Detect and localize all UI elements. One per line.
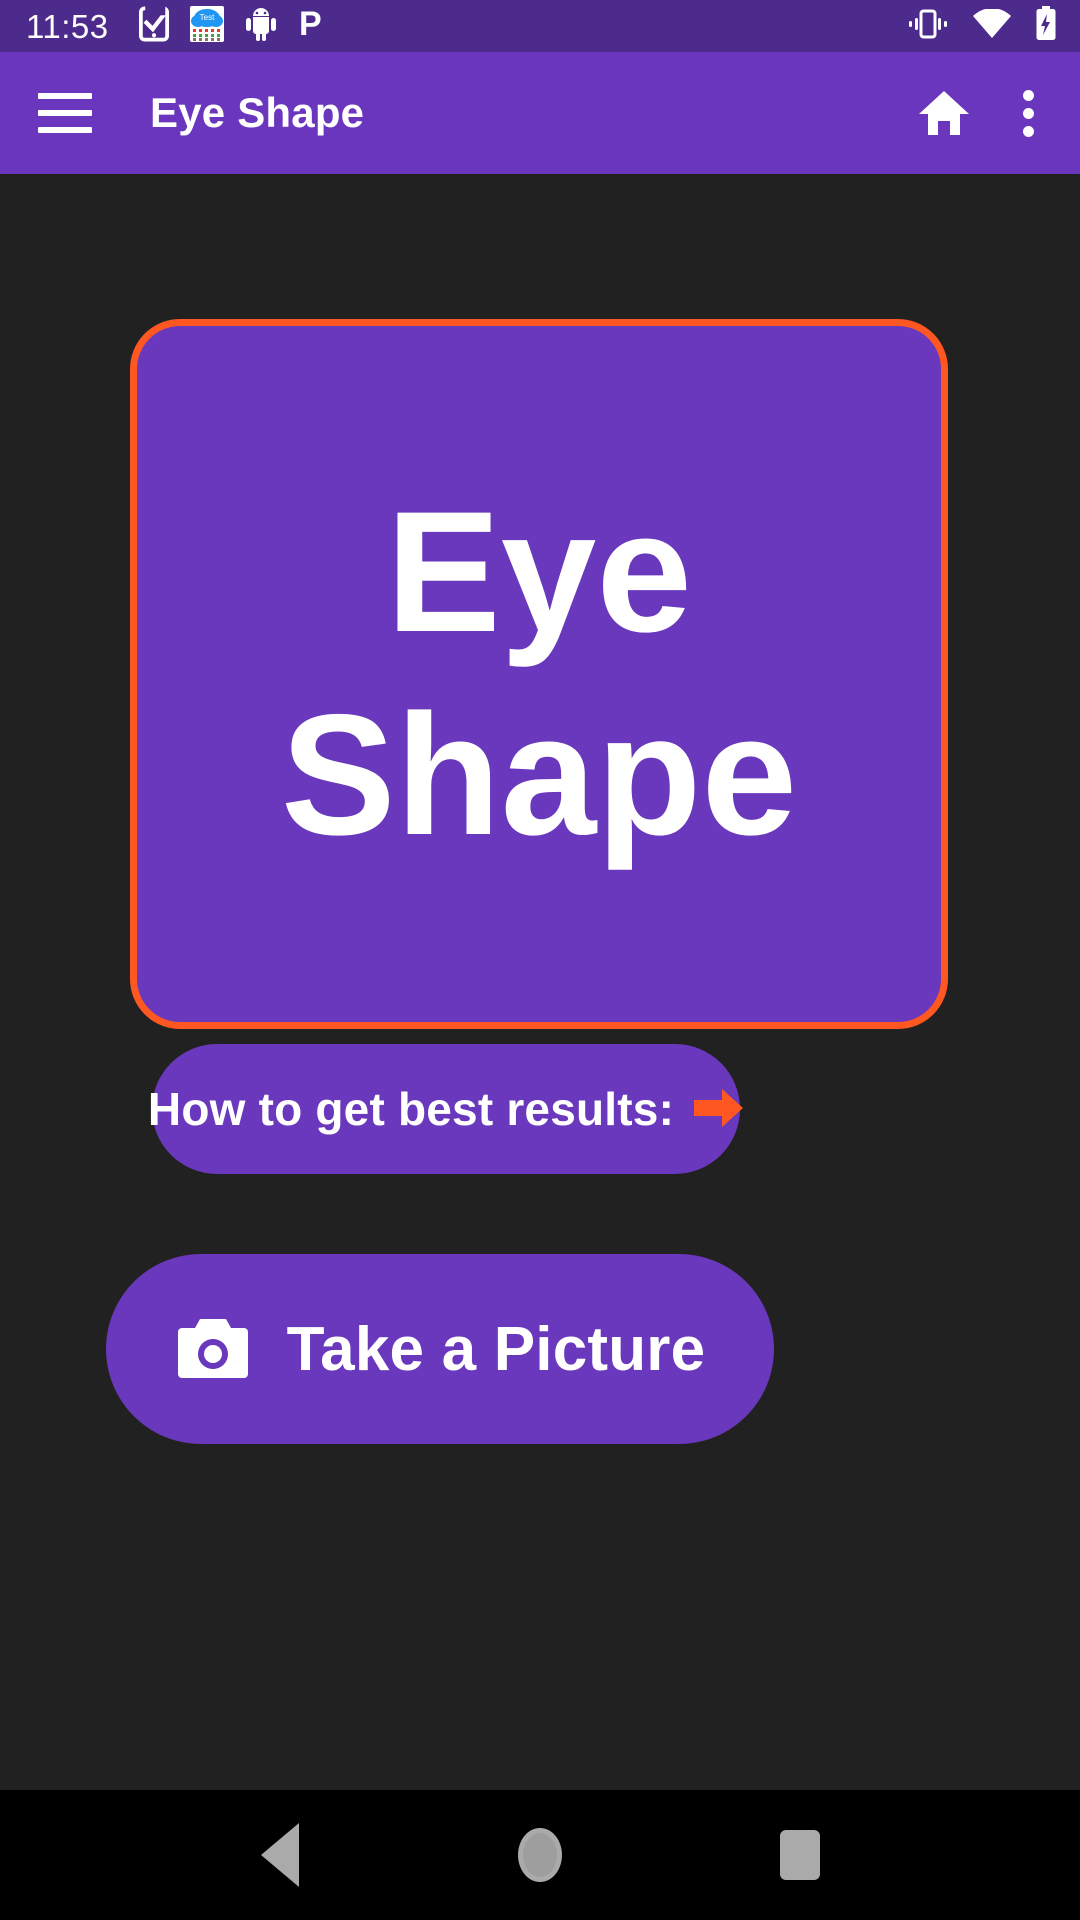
status-bar-system-icons [906,5,1058,47]
svg-text:P: P [299,6,322,42]
back-triangle-icon [261,1823,299,1887]
weather-test-icon: Test [189,5,224,47]
eye-shape-title-card[interactable]: Eye Shape [130,319,948,1029]
take-a-picture-label: Take a Picture [286,1314,706,1384]
hamburger-bar [38,110,92,116]
app-screen: 11:53 Test P Eye Shape Eye Shape How to … [0,0,1080,1920]
phone-check-icon [138,6,169,47]
overflow-dot [1023,125,1034,137]
overflow-dot [1023,107,1034,119]
main-content: Eye Shape How to get best results: Take … [0,174,1080,1790]
status-bar-clock: 11:53 [26,7,109,45]
more-vert-icon[interactable] [1023,89,1034,137]
svg-text:Test: Test [199,13,214,22]
nav-back-button[interactable] [220,1795,340,1915]
how-to-get-best-results-button[interactable]: How to get best results: [148,1044,744,1174]
how-to-get-best-results-label: How to get best results: [147,1083,675,1135]
vibrate-icon [906,8,950,45]
status-bar: 11:53 Test P [0,0,1080,52]
battery-charging-icon [1034,5,1058,47]
wifi-icon [972,7,1012,44]
arrow-right-icon [694,1087,744,1132]
home-icon[interactable] [917,88,971,138]
page-title: Eye Shape [150,89,365,136]
android-navigation-bar [0,1790,1080,1920]
nav-home-button[interactable] [480,1795,600,1915]
take-a-picture-button[interactable]: Take a Picture [106,1254,774,1444]
eye-shape-title-card-label: Eye Shape [280,476,798,871]
nav-recents-button[interactable] [740,1795,860,1915]
hamburger-icon[interactable] [38,93,92,133]
app-bar-actions [917,88,1054,138]
status-bar-notification-icons: Test P [138,5,324,47]
recents-square-icon [780,1830,820,1880]
home-circle-icon [518,1828,562,1882]
app-bar: Eye Shape [0,52,1080,174]
camera-icon [175,1314,251,1385]
android-robot-icon [245,7,277,46]
hamburger-bar [38,127,92,133]
letter-p-icon: P [298,5,324,47]
hamburger-bar [38,93,92,99]
overflow-dots [1023,89,1034,137]
overflow-dot [1023,89,1034,101]
